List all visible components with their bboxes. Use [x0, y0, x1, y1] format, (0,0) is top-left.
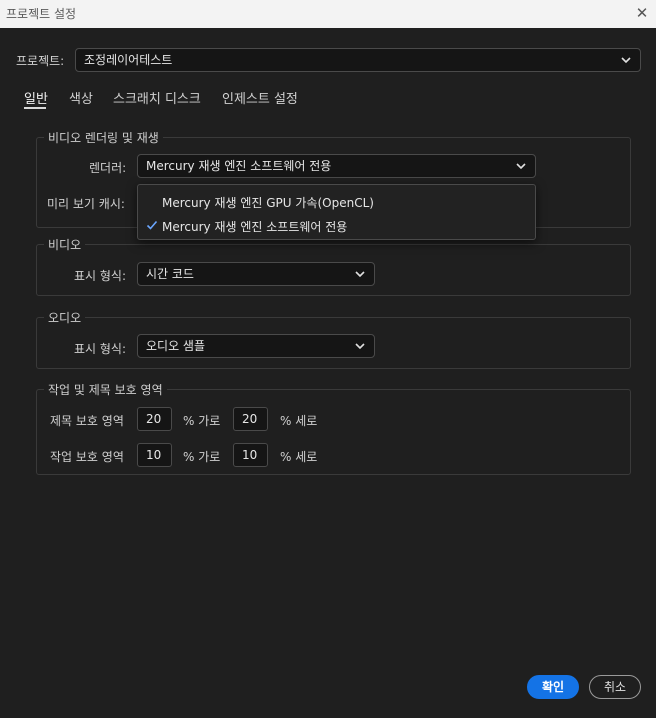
audio-display-format-label: 표시 형식:: [74, 342, 127, 356]
title-bar: 프로젝트 설정 ✕: [0, 0, 656, 28]
renderer-value: Mercury 재생 엔진 소프트웨어 전용: [146, 159, 332, 173]
checkmark-icon: [146, 219, 158, 231]
renderer-select[interactable]: Mercury 재생 엔진 소프트웨어 전용: [137, 154, 536, 178]
title-safe-horizontal-unit: % 가로: [183, 414, 221, 428]
chevron-down-icon: [354, 340, 366, 352]
action-safe-horizontal-unit: % 가로: [183, 450, 221, 464]
video-display-format-value: 시간 코드: [146, 267, 194, 281]
audio-legend: 오디오: [44, 309, 86, 326]
audio-display-format-value: 오디오 샘플: [146, 339, 206, 353]
cancel-button[interactable]: 취소: [589, 675, 641, 699]
window-title: 프로젝트 설정: [6, 7, 77, 21]
tab-general[interactable]: 일반: [24, 88, 48, 107]
renderer-option-gpu[interactable]: Mercury 재생 엔진 GPU 가속(OpenCL): [162, 194, 374, 211]
safe-areas-legend: 작업 및 제목 보호 영역: [44, 381, 167, 398]
chevron-down-icon: [354, 268, 366, 280]
project-value: 조정레이어테스트: [84, 53, 173, 67]
action-safe-label: 작업 보호 영역: [50, 450, 124, 464]
video-display-format-label: 표시 형식:: [74, 269, 127, 283]
preview-cache-label: 미리 보기 캐시:: [47, 197, 125, 211]
action-safe-horizontal-input[interactable]: 10: [137, 443, 172, 467]
project-select[interactable]: 조정레이어테스트: [75, 48, 641, 72]
renderer-dropdown-list: Mercury 재생 엔진 GPU 가속(OpenCL) Mercury 재생 …: [137, 184, 536, 240]
renderer-option-software[interactable]: Mercury 재생 엔진 소프트웨어 전용: [162, 218, 347, 235]
title-safe-vertical-unit: % 세로: [280, 414, 318, 428]
tab-ingest-settings[interactable]: 인제스트 설정: [222, 88, 298, 107]
renderer-label: 렌더러:: [89, 161, 127, 175]
title-safe-horizontal-input[interactable]: 20: [137, 407, 172, 431]
ok-button[interactable]: 확인: [527, 675, 579, 699]
audio-display-format-select[interactable]: 오디오 샘플: [137, 334, 375, 358]
chevron-down-icon: [515, 160, 527, 172]
safe-areas-group: [36, 389, 631, 475]
tab-color[interactable]: 색상: [69, 88, 93, 107]
active-tab-indicator: [24, 107, 46, 109]
action-safe-vertical-input[interactable]: 10: [233, 443, 268, 467]
title-safe-vertical-input[interactable]: 20: [233, 407, 268, 431]
close-icon[interactable]: ✕: [632, 3, 652, 23]
title-safe-label: 제목 보호 영역: [50, 414, 124, 428]
action-safe-vertical-unit: % 세로: [280, 450, 318, 464]
video-legend: 비디오: [44, 236, 86, 253]
tab-scratch-disks[interactable]: 스크래치 디스크: [113, 88, 201, 107]
chevron-down-icon: [620, 54, 632, 66]
video-rendering-legend: 비디오 렌더링 및 재생: [44, 129, 163, 146]
video-display-format-select[interactable]: 시간 코드: [137, 262, 375, 286]
project-label: 프로젝트:: [16, 54, 65, 68]
